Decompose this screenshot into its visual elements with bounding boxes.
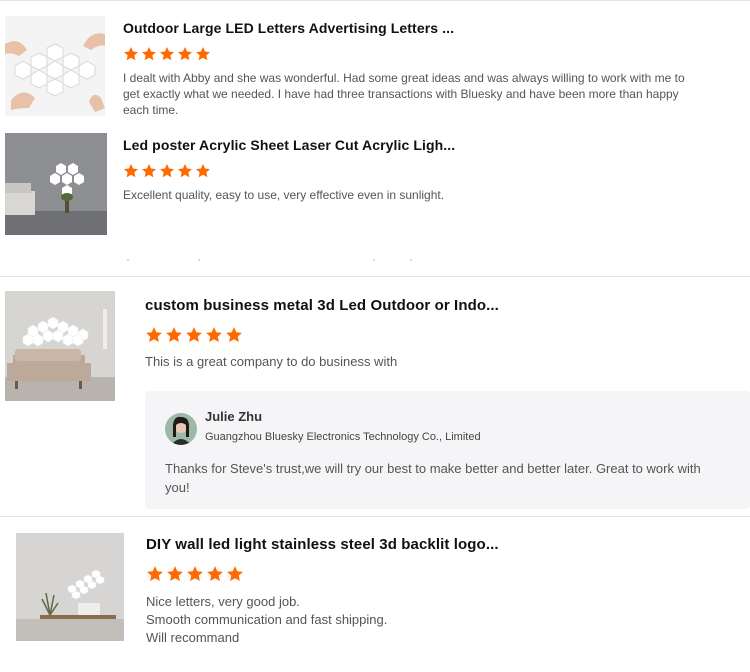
review-product-title[interactable]: DIY wall led light stainless steel 3d ba…	[146, 536, 499, 553]
star-rating	[146, 565, 244, 583]
product-thumbnail[interactable]	[5, 16, 105, 116]
review-text: I dealt with Abby and she was wonderful.…	[123, 71, 685, 117]
star-icon	[146, 327, 162, 343]
faint-dot	[127, 259, 129, 261]
star-icon	[196, 164, 210, 178]
faint-dot	[373, 259, 375, 261]
review-text-line: Will recommand	[146, 630, 240, 645]
star-icon	[160, 164, 174, 178]
star-icon	[207, 566, 223, 582]
star-icon	[206, 327, 222, 343]
star-icon	[142, 164, 156, 178]
reply-author-name: Julie Zhu	[205, 409, 263, 424]
star-icon	[196, 47, 210, 61]
review-item: Led poster Acrylic Sheet Laser Cut Acryl…	[0, 125, 750, 275]
review-text-line: Smooth communication and fast shipping.	[146, 612, 388, 627]
review-product-title[interactable]: Led poster Acrylic Sheet Laser Cut Acryl…	[123, 137, 455, 153]
review-product-title[interactable]: custom business metal 3d Led Outdoor or …	[145, 297, 499, 314]
review-item: DIY wall led light stainless steel 3d ba…	[0, 517, 750, 672]
star-icon	[167, 566, 183, 582]
star-icon	[178, 47, 192, 61]
faint-dot	[410, 259, 412, 261]
star-icon	[187, 566, 203, 582]
cloud-light-image	[5, 291, 115, 401]
star-icon	[160, 47, 174, 61]
review-product-title[interactable]: Outdoor Large LED Letters Advertising Le…	[123, 20, 454, 36]
star-icon	[178, 164, 192, 178]
hexagon-lights-image	[5, 16, 105, 116]
star-rating	[123, 46, 211, 62]
review-text: Excellent quality, easy to use, very eff…	[123, 188, 445, 202]
faint-dot	[198, 259, 200, 261]
star-icon	[142, 47, 156, 61]
star-icon	[186, 327, 202, 343]
star-icon	[124, 47, 138, 61]
review-text-line: Nice letters, very good job.	[146, 594, 300, 609]
star-rating	[123, 163, 211, 179]
product-thumbnail[interactable]	[5, 133, 107, 235]
seller-reply: Julie Zhu Guangzhou Bluesky Electronics …	[145, 391, 750, 509]
review-item: Outdoor Large LED Letters Advertising Le…	[0, 0, 750, 125]
product-thumbnail[interactable]	[5, 291, 115, 401]
star-icon	[147, 566, 163, 582]
star-icon	[227, 566, 243, 582]
reply-text: Thanks for Steve's trust,we will try our…	[165, 461, 701, 495]
reply-company-name: Guangzhou Bluesky Electronics Technology…	[205, 431, 481, 443]
star-icon	[226, 327, 242, 343]
star-icon	[166, 327, 182, 343]
review-text: This is a great company to do business w…	[145, 354, 398, 369]
hexagon-strip-image	[16, 533, 124, 641]
avatar	[165, 413, 197, 445]
star-rating	[145, 326, 243, 344]
product-thumbnail[interactable]	[16, 533, 124, 641]
heart-light-image	[5, 133, 107, 235]
star-icon	[124, 164, 138, 178]
